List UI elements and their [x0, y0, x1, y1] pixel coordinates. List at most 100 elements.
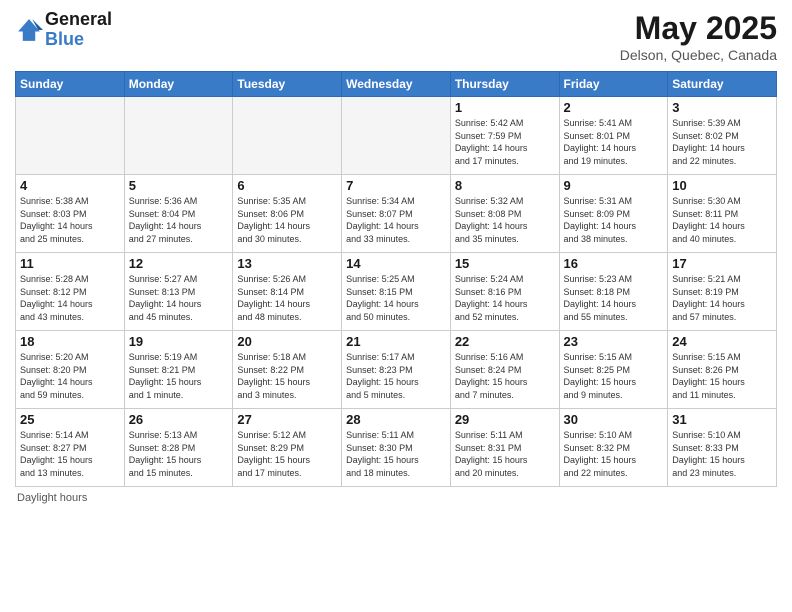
day-number: 28	[346, 412, 446, 427]
day-info: Sunrise: 5:15 AM Sunset: 8:25 PM Dayligh…	[564, 351, 664, 401]
day-number: 29	[455, 412, 555, 427]
day-info: Sunrise: 5:39 AM Sunset: 8:02 PM Dayligh…	[672, 117, 772, 167]
day-number: 23	[564, 334, 664, 349]
day-number: 26	[129, 412, 229, 427]
page-header: General Blue May 2025 Delson, Quebec, Ca…	[15, 10, 777, 63]
day-info: Sunrise: 5:25 AM Sunset: 8:15 PM Dayligh…	[346, 273, 446, 323]
day-info: Sunrise: 5:32 AM Sunset: 8:08 PM Dayligh…	[455, 195, 555, 245]
day-info: Sunrise: 5:10 AM Sunset: 8:32 PM Dayligh…	[564, 429, 664, 479]
calendar-cell: 6 Sunrise: 5:35 AM Sunset: 8:06 PM Daylig…	[233, 175, 342, 253]
calendar-cell: 3Sunrise: 5:39 AM Sunset: 8:02 PM Daylig…	[668, 97, 777, 175]
day-info: Sunrise: 5:42 AM Sunset: 7:59 PM Dayligh…	[455, 117, 555, 167]
day-info: Sunrise: 5:11 AM Sunset: 8:31 PM Dayligh…	[455, 429, 555, 479]
calendar-cell: 10 Sunrise: 5:30 AM Sunset: 8:11 PM Dayli…	[668, 175, 777, 253]
logo-text: General Blue	[45, 10, 112, 50]
day-info: Sunrise: 5:18 AM Sunset: 8:22 PM Dayligh…	[237, 351, 337, 401]
weekday-header-row: SundayMondayTuesdayWednesdayThursdayFrid…	[16, 72, 777, 97]
day-info: Sunrise: 5:16 AM Sunset: 8:24 PM Dayligh…	[455, 351, 555, 401]
calendar-cell: 9 Sunrise: 5:31 AM Sunset: 8:09 PM Daylig…	[559, 175, 668, 253]
calendar-cell: 4Sunrise: 5:38 AM Sunset: 8:03 PM Daylig…	[16, 175, 125, 253]
calendar-cell: 21 Sunrise: 5:17 AM Sunset: 8:23 PM Dayli…	[342, 331, 451, 409]
weekday-header-friday: Friday	[559, 72, 668, 97]
calendar-cell: 17 Sunrise: 5:21 AM Sunset: 8:19 PM Dayli…	[668, 253, 777, 331]
day-number: 27	[237, 412, 337, 427]
day-number: 7	[346, 178, 446, 193]
calendar-cell: 25Sunrise: 5:14 AM Sunset: 8:27 PM Dayli…	[16, 409, 125, 487]
calendar-cell: 28 Sunrise: 5:11 AM Sunset: 8:30 PM Dayli…	[342, 409, 451, 487]
day-info: Sunrise: 5:13 AM Sunset: 8:28 PM Dayligh…	[129, 429, 229, 479]
calendar-cell: 13 Sunrise: 5:26 AM Sunset: 8:14 PM Dayli…	[233, 253, 342, 331]
calendar-cell: 15Sunrise: 5:24 AM Sunset: 8:16 PM Dayli…	[450, 253, 559, 331]
day-number: 21	[346, 334, 446, 349]
day-number: 19	[129, 334, 229, 349]
day-number: 17	[672, 256, 772, 271]
weekday-header-saturday: Saturday	[668, 72, 777, 97]
day-info: Sunrise: 5:41 AM Sunset: 8:01 PM Dayligh…	[564, 117, 664, 167]
day-number: 13	[237, 256, 337, 271]
calendar-week-1: 1 Sunrise: 5:42 AM Sunset: 7:59 PM Daylig…	[16, 97, 777, 175]
day-info: Sunrise: 5:28 AM Sunset: 8:12 PM Dayligh…	[20, 273, 120, 323]
weekday-header-thursday: Thursday	[450, 72, 559, 97]
calendar-cell	[233, 97, 342, 175]
day-info: Sunrise: 5:23 AM Sunset: 8:18 PM Dayligh…	[564, 273, 664, 323]
day-info: Sunrise: 5:19 AM Sunset: 8:21 PM Dayligh…	[129, 351, 229, 401]
calendar-cell	[16, 97, 125, 175]
calendar-cell: 20Sunrise: 5:18 AM Sunset: 8:22 PM Dayli…	[233, 331, 342, 409]
day-info: Sunrise: 5:15 AM Sunset: 8:26 PM Dayligh…	[672, 351, 772, 401]
calendar-cell: 11Sunrise: 5:28 AM Sunset: 8:12 PM Dayli…	[16, 253, 125, 331]
calendar-cell: 2 Sunrise: 5:41 AM Sunset: 8:01 PM Daylig…	[559, 97, 668, 175]
day-number: 6	[237, 178, 337, 193]
day-number: 9	[564, 178, 664, 193]
day-number: 30	[564, 412, 664, 427]
calendar-cell: 14 Sunrise: 5:25 AM Sunset: 8:15 PM Dayli…	[342, 253, 451, 331]
day-info: Sunrise: 5:17 AM Sunset: 8:23 PM Dayligh…	[346, 351, 446, 401]
calendar-cell: 8Sunrise: 5:32 AM Sunset: 8:08 PM Daylig…	[450, 175, 559, 253]
day-info: Sunrise: 5:26 AM Sunset: 8:14 PM Dayligh…	[237, 273, 337, 323]
day-number: 4	[20, 178, 120, 193]
weekday-header-sunday: Sunday	[16, 72, 125, 97]
calendar-cell: 18 Sunrise: 5:20 AM Sunset: 8:20 PM Dayli…	[16, 331, 125, 409]
day-info: Sunrise: 5:21 AM Sunset: 8:19 PM Dayligh…	[672, 273, 772, 323]
calendar-week-5: 25Sunrise: 5:14 AM Sunset: 8:27 PM Dayli…	[16, 409, 777, 487]
daylight-label: Daylight hours	[17, 492, 87, 504]
calendar-cell: 26 Sunrise: 5:13 AM Sunset: 8:28 PM Dayli…	[124, 409, 233, 487]
weekday-header-wednesday: Wednesday	[342, 72, 451, 97]
day-number: 5	[129, 178, 229, 193]
day-number: 22	[455, 334, 555, 349]
day-number: 25	[20, 412, 120, 427]
day-number: 31	[672, 412, 772, 427]
calendar-cell: 23 Sunrise: 5:15 AM Sunset: 8:25 PM Dayli…	[559, 331, 668, 409]
calendar-cell	[342, 97, 451, 175]
location: Delson, Quebec, Canada	[620, 47, 777, 63]
day-info: Sunrise: 5:24 AM Sunset: 8:16 PM Dayligh…	[455, 273, 555, 323]
weekday-header-monday: Monday	[124, 72, 233, 97]
month-title: May 2025	[620, 10, 777, 47]
day-info: Sunrise: 5:36 AM Sunset: 8:04 PM Dayligh…	[129, 195, 229, 245]
calendar-cell: 31Sunrise: 5:10 AM Sunset: 8:33 PM Dayli…	[668, 409, 777, 487]
calendar-cell: 7Sunrise: 5:34 AM Sunset: 8:07 PM Daylig…	[342, 175, 451, 253]
day-number: 24	[672, 334, 772, 349]
calendar-cell: 29 Sunrise: 5:11 AM Sunset: 8:31 PM Dayli…	[450, 409, 559, 487]
page-container: General Blue May 2025 Delson, Quebec, Ca…	[0, 0, 792, 514]
day-info: Sunrise: 5:12 AM Sunset: 8:29 PM Dayligh…	[237, 429, 337, 479]
calendar-week-4: 18 Sunrise: 5:20 AM Sunset: 8:20 PM Dayli…	[16, 331, 777, 409]
calendar-cell: 19 Sunrise: 5:19 AM Sunset: 8:21 PM Dayli…	[124, 331, 233, 409]
day-number: 14	[346, 256, 446, 271]
calendar-cell	[124, 97, 233, 175]
calendar-cell: 1 Sunrise: 5:42 AM Sunset: 7:59 PM Daylig…	[450, 97, 559, 175]
day-number: 2	[564, 100, 664, 115]
day-info: Sunrise: 5:31 AM Sunset: 8:09 PM Dayligh…	[564, 195, 664, 245]
day-info: Sunrise: 5:35 AM Sunset: 8:06 PM Dayligh…	[237, 195, 337, 245]
calendar-table: SundayMondayTuesdayWednesdayThursdayFrid…	[15, 71, 777, 487]
day-number: 12	[129, 256, 229, 271]
logo-icon	[15, 16, 43, 44]
day-number: 18	[20, 334, 120, 349]
day-number: 10	[672, 178, 772, 193]
weekday-header-tuesday: Tuesday	[233, 72, 342, 97]
day-info: Sunrise: 5:27 AM Sunset: 8:13 PM Dayligh…	[129, 273, 229, 323]
day-number: 1	[455, 100, 555, 115]
day-info: Sunrise: 5:11 AM Sunset: 8:30 PM Dayligh…	[346, 429, 446, 479]
calendar-cell: 16Sunrise: 5:23 AM Sunset: 8:18 PM Dayli…	[559, 253, 668, 331]
day-info: Sunrise: 5:20 AM Sunset: 8:20 PM Dayligh…	[20, 351, 120, 401]
day-info: Sunrise: 5:30 AM Sunset: 8:11 PM Dayligh…	[672, 195, 772, 245]
